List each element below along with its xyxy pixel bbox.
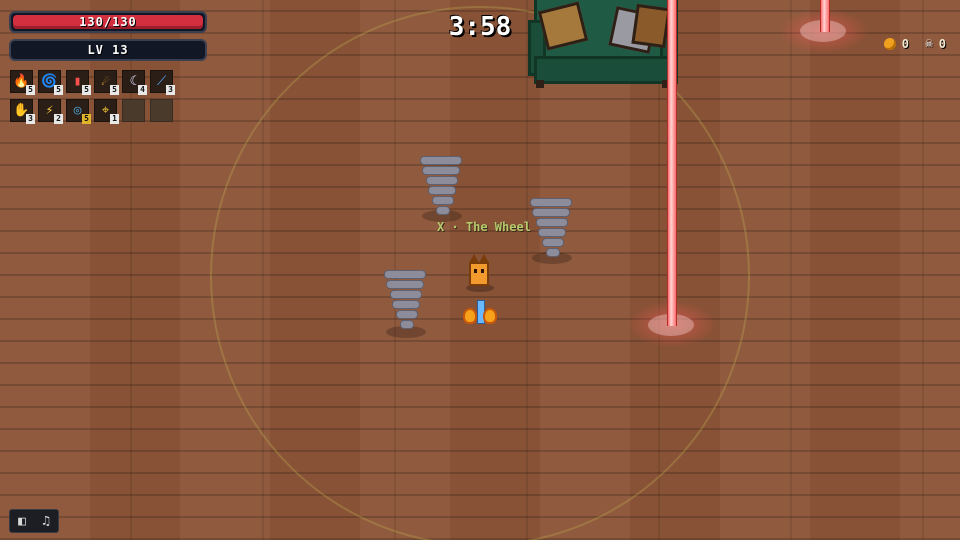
empty-skill-slot xyxy=(122,99,145,122)
skill-level-badge: 5 xyxy=(26,85,35,95)
passive-skills-row: ✋ 3 ⚡ 2 ◎ 5 ⌖ 1 xyxy=(10,99,173,124)
hp-bar: 130/130 xyxy=(9,11,207,33)
sound-effects-toggle-icon[interactable]: ◧ xyxy=(18,514,26,529)
couch-leg xyxy=(536,80,544,88)
skill-level-badge: 1 xyxy=(110,114,119,124)
tornado-projectile xyxy=(528,196,574,264)
hp-text: 130/130 xyxy=(79,15,137,29)
skill-slot: ✋ 3 xyxy=(10,99,35,124)
enemy-name-label: X · The Wheel xyxy=(437,220,531,234)
laser-beam xyxy=(820,0,830,32)
flame-projectile xyxy=(465,310,475,322)
skill-level-badge: 3 xyxy=(166,85,175,95)
level-text: LV 13 xyxy=(87,43,129,57)
pillow-dark xyxy=(631,3,671,49)
blue-sword-icon: ⟋ xyxy=(156,74,167,89)
counters: 0 ☠ 0 xyxy=(883,36,946,51)
laser-pillar-icon: ▮ xyxy=(73,74,82,89)
skill-level-badge: 5 xyxy=(82,114,91,124)
fireball-icon: ☄ xyxy=(101,74,110,89)
crystal-projectile xyxy=(477,300,485,324)
player-cat xyxy=(466,254,492,288)
skill-slot: 🔥 5 xyxy=(10,70,35,95)
crescent-slash-icon: ☾ xyxy=(129,74,138,89)
laser-beam xyxy=(667,0,677,326)
level-bar: LV 13 xyxy=(9,39,207,61)
skill-slot: ⟋ 3 xyxy=(150,70,175,95)
skill-level-badge: 4 xyxy=(138,85,147,95)
skill-slot: ☾ 4 xyxy=(122,70,147,95)
skull-icon: ☠ xyxy=(924,36,933,51)
skill-slot: ⌖ 1 xyxy=(94,99,119,124)
skill-level-badge: 5 xyxy=(82,85,91,95)
skill-level-badge: 3 xyxy=(26,114,35,124)
tornado-projectile xyxy=(382,268,428,338)
run-timer: 3:58 xyxy=(448,12,512,42)
weapon-skills-row: 🔥 5 🌀 5 ▮ 5 ☄ 5 ☾ 4 ⟋ 3 xyxy=(10,70,175,95)
skill-slot: ☄ 5 xyxy=(94,70,119,95)
skill-slot: ▮ 5 xyxy=(66,70,91,95)
game-stage: X · The Wheel 130/130 LV 13 🔥 5 🌀 5 ▮ 5 ☄ 5 ☾ 4 ⟋ 3… xyxy=(0,0,960,540)
couch-obstacle xyxy=(528,0,678,88)
audio-controls: ◧ ♫ xyxy=(9,509,59,533)
coin-icon xyxy=(883,37,896,50)
music-toggle-icon[interactable]: ♫ xyxy=(42,514,50,529)
skill-level-badge: 5 xyxy=(54,85,63,95)
coin-count: 0 xyxy=(901,36,909,51)
skill-level-badge: 2 xyxy=(54,114,63,124)
skill-level-badge: 5 xyxy=(110,85,119,95)
skill-slot: ⚡ 2 xyxy=(38,99,63,124)
tornado-projectile xyxy=(418,154,464,222)
skill-slot: ◎ 5 xyxy=(66,99,91,124)
target-reticle-icon: ⌖ xyxy=(101,103,110,118)
kill-count: 0 xyxy=(938,36,946,51)
golden-claw-icon: ⚡ xyxy=(45,103,54,118)
coin-counter: 0 xyxy=(883,36,909,51)
couch-seat xyxy=(534,56,678,84)
ring-vortex-icon: ◎ xyxy=(73,103,82,118)
empty-skill-slot xyxy=(150,99,173,122)
orbiting-flames xyxy=(462,296,498,326)
kill-counter: ☠ 0 xyxy=(925,36,946,51)
flame-projectile xyxy=(485,310,495,322)
skill-slot: 🌀 5 xyxy=(38,70,63,95)
